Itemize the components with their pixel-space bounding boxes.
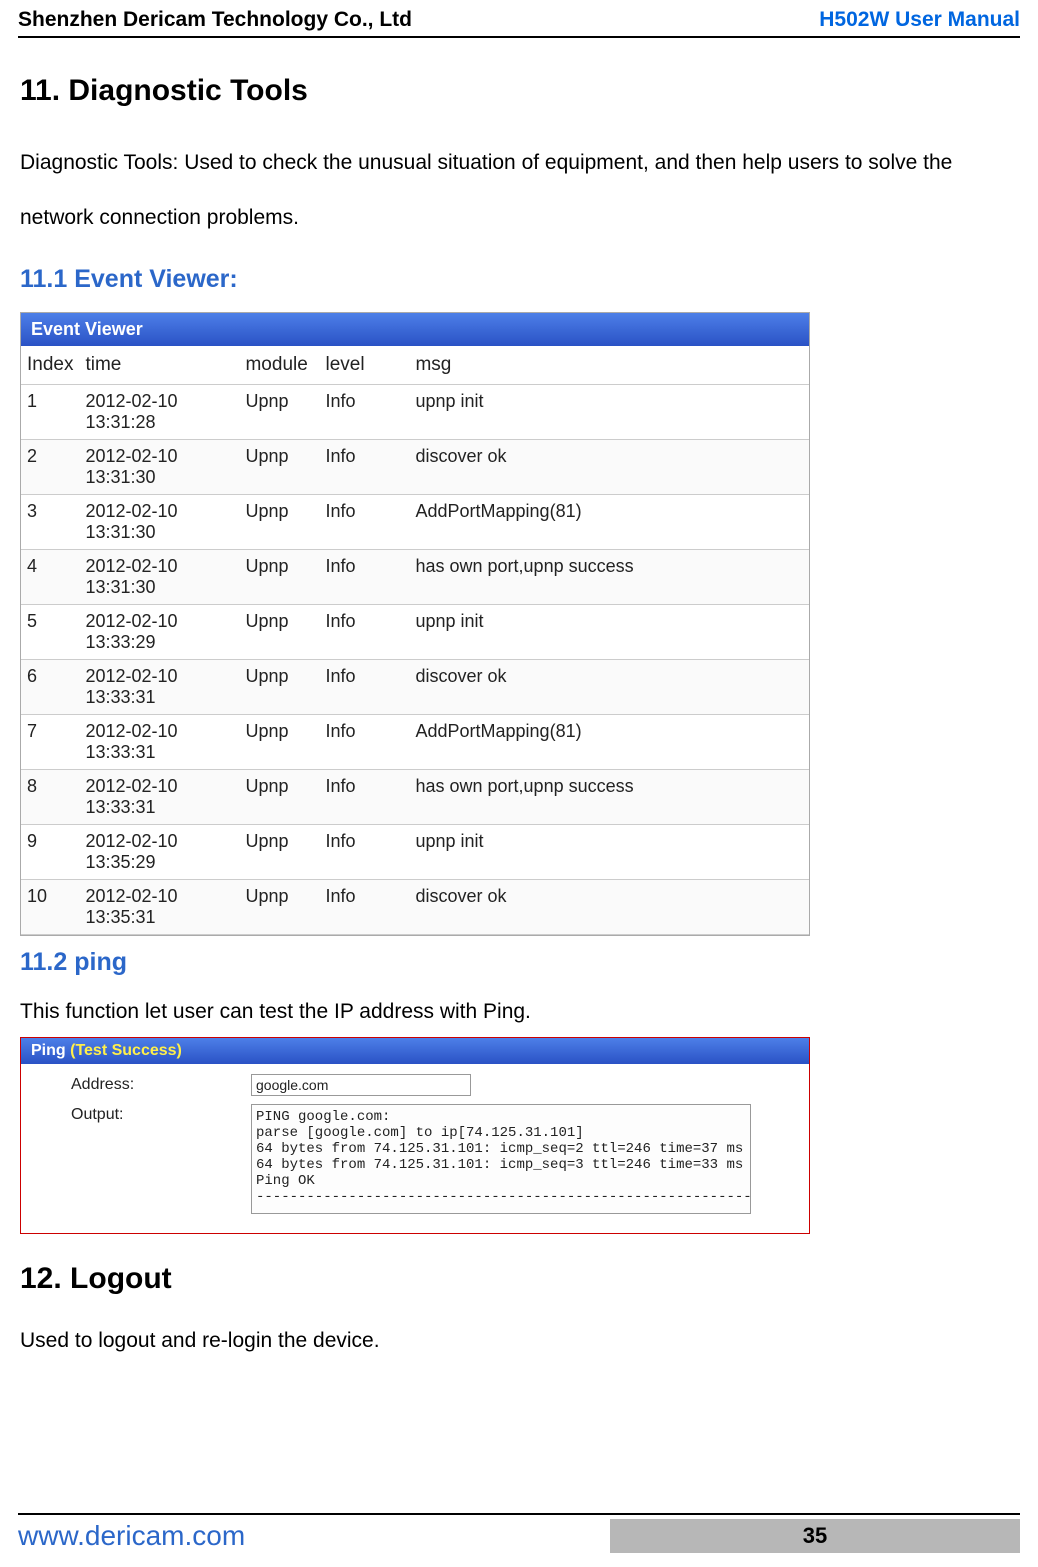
table-cell: Info: [319, 825, 409, 880]
table-cell: 2012-02-10 13:33:31: [79, 715, 239, 770]
table-cell: has own port,upnp success: [409, 770, 809, 825]
ping-address-input[interactable]: [251, 1074, 471, 1096]
col-level: level: [319, 346, 409, 385]
table-cell: Upnp: [239, 715, 319, 770]
table-header-row: Index time module level msg: [21, 346, 809, 385]
table-cell: 9: [21, 825, 79, 880]
company-name: Shenzhen Dericam Technology Co., Ltd: [18, 8, 412, 32]
table-row: 42012-02-10 13:31:30UpnpInfohas own port…: [21, 550, 809, 605]
table-cell: 2: [21, 440, 79, 495]
ping-address-label: Address:: [71, 1074, 241, 1096]
table-cell: Upnp: [239, 660, 319, 715]
ping-panel-title: Ping (Test Success): [21, 1038, 809, 1064]
doc-title: H502W User Manual: [819, 8, 1020, 32]
table-cell: Upnp: [239, 880, 319, 935]
table-cell: Upnp: [239, 495, 319, 550]
table-cell: 3: [21, 495, 79, 550]
col-time: time: [79, 346, 239, 385]
table-cell: discover ok: [409, 660, 809, 715]
section-12-title: 12. Logout: [20, 1262, 1018, 1296]
table-cell: Upnp: [239, 825, 319, 880]
table-cell: 7: [21, 715, 79, 770]
col-index: Index: [21, 346, 79, 385]
event-viewer-table: Index time module level msg 12012-02-10 …: [21, 346, 809, 935]
table-cell: Upnp: [239, 770, 319, 825]
table-cell: Info: [319, 550, 409, 605]
footer-url: www.dericam.com: [18, 1520, 245, 1552]
table-cell: Info: [319, 880, 409, 935]
table-cell: Info: [319, 495, 409, 550]
table-cell: Info: [319, 605, 409, 660]
table-cell: 2012-02-10 13:31:30: [79, 550, 239, 605]
section-11-title: 11. Diagnostic Tools: [20, 74, 1018, 108]
table-row: 22012-02-10 13:31:30UpnpInfodiscover ok: [21, 440, 809, 495]
footer-divider: [18, 1513, 1020, 1515]
table-cell: 2012-02-10 13:31:30: [79, 440, 239, 495]
subsection-11-2-title: 11.2 ping: [20, 948, 1018, 977]
table-cell: has own port,upnp success: [409, 550, 809, 605]
header-divider: [18, 36, 1020, 38]
table-cell: discover ok: [409, 880, 809, 935]
table-cell: upnp init: [409, 385, 809, 440]
table-cell: 4: [21, 550, 79, 605]
table-cell: 2012-02-10 13:35:31: [79, 880, 239, 935]
table-cell: Upnp: [239, 385, 319, 440]
table-row: 82012-02-10 13:33:31UpnpInfohas own port…: [21, 770, 809, 825]
table-cell: AddPortMapping(81): [409, 715, 809, 770]
ping-output-label: Output:: [71, 1104, 241, 1219]
page-header: Shenzhen Dericam Technology Co., Ltd H50…: [18, 0, 1020, 34]
table-row: 72012-02-10 13:33:31UpnpInfoAddPortMappi…: [21, 715, 809, 770]
table-cell: Info: [319, 770, 409, 825]
table-cell: 6: [21, 660, 79, 715]
table-cell: discover ok: [409, 440, 809, 495]
subsection-11-1-title: 11.1 Event Viewer:: [20, 265, 1018, 294]
event-viewer-panel: Event Viewer Index time module level msg…: [20, 312, 810, 936]
ping-intro: This function let user can test the IP a…: [20, 995, 1018, 1029]
table-cell: 10: [21, 880, 79, 935]
table-row: 92012-02-10 13:35:29UpnpInfoupnp init: [21, 825, 809, 880]
table-cell: Info: [319, 660, 409, 715]
section-11-intro: Diagnostic Tools: Used to check the unus…: [20, 136, 1018, 245]
ping-panel: Ping (Test Success) Address: Output:: [20, 1037, 810, 1234]
table-cell: 2012-02-10 13:35:29: [79, 825, 239, 880]
col-msg: msg: [409, 346, 809, 385]
ping-title-text: Ping: [31, 1042, 70, 1059]
table-cell: Info: [319, 715, 409, 770]
table-cell: Info: [319, 440, 409, 495]
table-cell: 2012-02-10 13:33:31: [79, 770, 239, 825]
table-cell: 2012-02-10 13:33:29: [79, 605, 239, 660]
event-viewer-panel-title: Event Viewer: [21, 313, 809, 346]
table-cell: Upnp: [239, 605, 319, 660]
table-row: 102012-02-10 13:35:31UpnpInfodiscover ok: [21, 880, 809, 935]
table-row: 32012-02-10 13:31:30UpnpInfoAddPortMappi…: [21, 495, 809, 550]
col-module: module: [239, 346, 319, 385]
table-cell: 2012-02-10 13:31:28: [79, 385, 239, 440]
table-cell: upnp init: [409, 825, 809, 880]
table-cell: AddPortMapping(81): [409, 495, 809, 550]
table-cell: Upnp: [239, 550, 319, 605]
table-cell: upnp init: [409, 605, 809, 660]
table-cell: 8: [21, 770, 79, 825]
table-row: 62012-02-10 13:33:31UpnpInfodiscover ok: [21, 660, 809, 715]
table-cell: 1: [21, 385, 79, 440]
page-number: 35: [610, 1519, 1020, 1553]
section-12-intro: Used to logout and re-login the device.: [20, 1324, 1018, 1358]
ping-output-textarea[interactable]: [251, 1104, 751, 1214]
table-cell: 5: [21, 605, 79, 660]
table-cell: Upnp: [239, 440, 319, 495]
table-cell: 2012-02-10 13:33:31: [79, 660, 239, 715]
table-cell: 2012-02-10 13:31:30: [79, 495, 239, 550]
table-row: 52012-02-10 13:33:29UpnpInfoupnp init: [21, 605, 809, 660]
ping-status-text: (Test Success): [70, 1042, 182, 1059]
table-cell: Info: [319, 385, 409, 440]
page-footer: www.dericam.com 35: [18, 1513, 1020, 1553]
table-row: 12012-02-10 13:31:28UpnpInfoupnp init: [21, 385, 809, 440]
